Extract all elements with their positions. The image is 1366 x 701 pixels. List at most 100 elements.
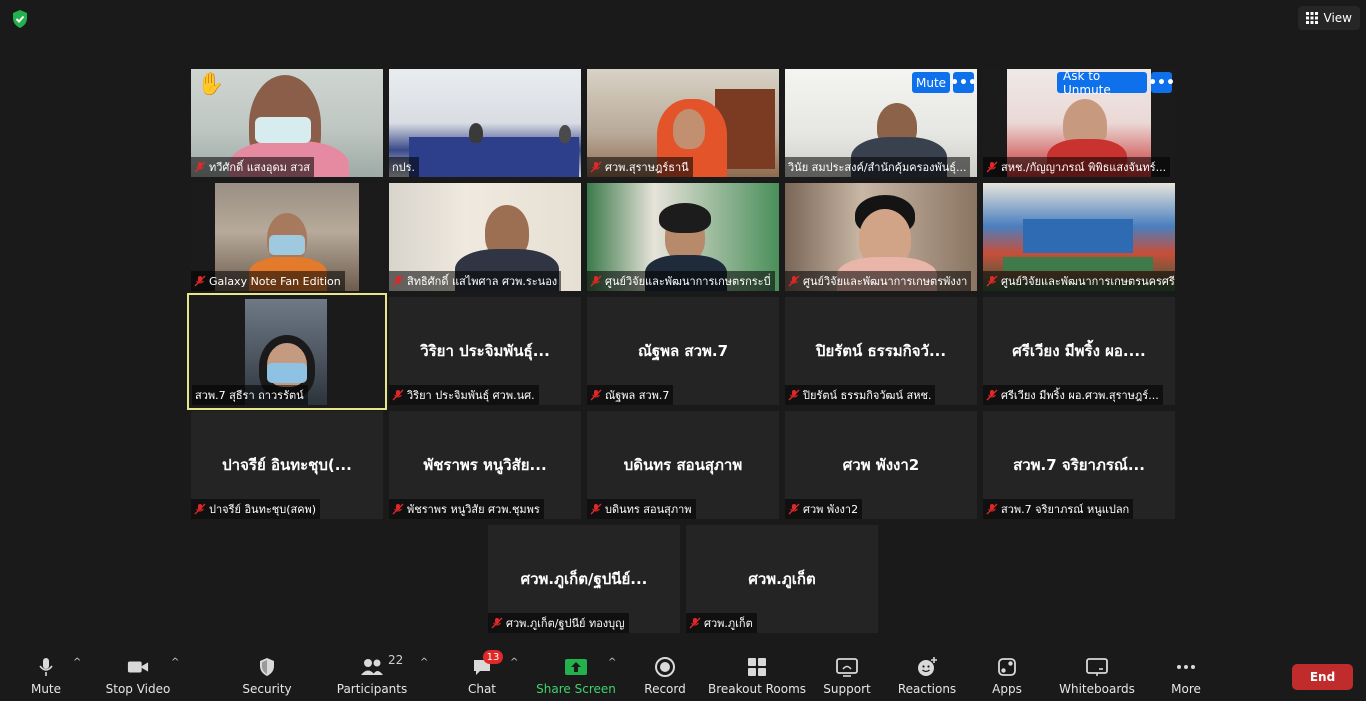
mic-muted-icon [788, 503, 800, 515]
mic-muted-icon [788, 389, 800, 401]
participant-tile[interactable]: ณัฐพล สวพ.7 ณัฐพล สวพ.7 [587, 297, 779, 405]
participant-name: บดินทร สอนสุภาพ [605, 503, 692, 516]
participant-tile[interactable]: สวพ.7 จริยาภรณ์... สวพ.7 จริยาภรณ์ หนูแป… [983, 411, 1175, 519]
video-tile[interactable]: ศูนย์วิจัยและพัฒนาการเกษตรนครศรีธรรมราช [983, 183, 1175, 291]
participant-tile[interactable]: บดินทร สอนสุภาพ บดินทร สอนสุภาพ [587, 411, 779, 519]
encryption-shield-icon[interactable] [10, 9, 30, 29]
participant-name-label: กปร. [389, 157, 420, 177]
support-button[interactable]: Support [823, 655, 871, 697]
participant-name: ศูนย์วิจัยและพัฒนาการเกษตรพังงา [803, 275, 968, 288]
security-label: Security [242, 682, 292, 696]
participant-name-label: Galaxy Note Fan Edition [191, 271, 345, 291]
participant-name-label: วินัย สมประสงค์/สำนักคุ้มครองพันธุ์... [785, 157, 971, 177]
participant-name-label: ศูนย์วิจัยและพัฒนาการเกษตรพังงา [785, 271, 972, 291]
participant-tile[interactable]: ปิยรัตน์ ธรรมกิจวั... ปิยรัตน์ ธรรมกิจวั… [785, 297, 977, 405]
mic-muted-icon [788, 275, 800, 287]
more-options-button[interactable]: ••• [950, 72, 977, 93]
participant-name: ศูนย์วิจัยและพัฒนาการเกษตรกระบี่ [605, 275, 771, 288]
chat-options-caret-icon[interactable]: ^ [510, 657, 518, 668]
apps-icon [998, 658, 1016, 676]
end-meeting-button[interactable]: End [1292, 664, 1353, 690]
participant-display-name: สวพ.7 จริยาภรณ์... [1013, 456, 1145, 474]
participant-name-label: บดินทร สอนสุภาพ [587, 499, 696, 519]
participant-tile[interactable]: ศวพ.ภูเก็ต ศวพ.ภูเก็ต [686, 525, 878, 633]
participant-name-label: ศวพ พังงา2 [785, 499, 863, 519]
chat-label: Chat [467, 682, 497, 696]
participant-display-name: ศวพ.ภูเก็ต [748, 570, 816, 588]
participant-tile[interactable]: พัชราพร หนูวิสัย... พัชราพร หนูวิสัย ศวพ… [389, 411, 581, 519]
participant-tile[interactable]: ปาจรีย์ อินทะชุบ(... ปาจรีย์ อินทะชุบ(สค… [191, 411, 383, 519]
participants-options-caret-icon[interactable]: ^ [420, 657, 428, 668]
mute-options-caret-icon[interactable]: ^ [73, 657, 81, 668]
participant-name: สหช./กัญญาภรณ์ พิพิธแสงจันทร์... [1001, 161, 1167, 174]
video-options-caret-icon[interactable]: ^ [171, 657, 179, 668]
participant-name-label: วิริยา ประจิมพันธุ์ ศวพ.นศ. [389, 385, 539, 405]
reactions-smiley-icon [918, 657, 937, 676]
video-tile[interactable]: ศูนย์วิจัยและพัฒนาการเกษตรพังงา [785, 183, 977, 291]
chat-button[interactable]: 13 Chat [466, 650, 503, 697]
chat-unread-badge: 13 [483, 650, 503, 664]
share-options-caret-icon[interactable]: ^ [608, 657, 616, 668]
stop-video-label: Stop Video [105, 682, 171, 696]
mute-participant-button[interactable]: Mute [912, 72, 950, 93]
participant-name-label: สวพ.7 จริยาภรณ์ หนูแปลก [983, 499, 1134, 519]
participant-tile[interactable]: ศรีเวียง มีพริ้ง ผอ.... ศรีเวียง มีพริ้ง… [983, 297, 1175, 405]
whiteboards-button[interactable]: Whiteboards [1059, 655, 1135, 697]
participant-name: วิริยา ประจิมพันธุ์ ศวพ.นศ. [407, 389, 535, 402]
participants-icon [361, 659, 383, 675]
participant-tile[interactable]: ศวพ.ภูเก็ต/ฐปนีย์... ศวพ.ภูเก็ต/ฐปนีย์ ท… [488, 525, 680, 633]
mic-muted-icon [986, 503, 998, 515]
participant-name-label: ทวีศักดิ์ แสงอุดม สวส [191, 157, 314, 177]
breakout-rooms-button[interactable]: Breakout Rooms [708, 655, 806, 697]
breakout-rooms-icon [748, 658, 766, 676]
participant-display-name: บดินทร สอนสุภาพ [623, 456, 743, 474]
apps-button[interactable]: Apps [991, 655, 1023, 697]
participant-name: กปร. [392, 161, 416, 174]
more-dots-icon [1177, 665, 1195, 669]
view-button[interactable]: View [1297, 6, 1360, 30]
reactions-button[interactable]: Reactions [897, 655, 957, 697]
participant-tile[interactable]: วิริยา ประจิมพันธุ์... วิริยา ประจิมพันธ… [389, 297, 581, 405]
participants-count: 22 [388, 653, 404, 667]
video-tile[interactable]: ✋ ทวีศักดิ์ แสงอุดม สวส [191, 69, 383, 177]
view-label: View [1323, 11, 1352, 25]
participant-name: Galaxy Note Fan Edition [209, 274, 341, 288]
mic-muted-icon [689, 617, 701, 629]
participant-tile[interactable]: ศวพ พังงา2 ศวพ พังงา2 [785, 411, 977, 519]
participant-name-label: ปาจรีย์ อินทะชุบ(สคพ) [191, 499, 321, 519]
ask-to-unmute-button[interactable]: Ask to Unmute [1057, 69, 1147, 97]
video-tile[interactable]: Mute ••• วินัย สมประสงค์/สำนักคุ้มครองพั… [785, 69, 977, 177]
video-tile[interactable]: กปร. [389, 69, 581, 177]
microphone-icon [39, 658, 53, 676]
share-screen-label: Share Screen [536, 682, 616, 696]
grid-icon [1305, 12, 1318, 24]
whiteboards-label: Whiteboards [1059, 682, 1135, 696]
video-tile[interactable]: Galaxy Note Fan Edition [191, 183, 383, 291]
participant-hair [659, 203, 711, 233]
video-tile[interactable]: Ask to Unmute ••• สหช./กัญญาภรณ์ พิพิธแส… [983, 69, 1175, 177]
participant-name: สวพ.7 จริยาภรณ์ หนูแปลก [1001, 503, 1130, 516]
banner [1023, 219, 1133, 253]
reactions-label: Reactions [897, 682, 957, 696]
participant-name-label: สิทธิศักดิ์ แสไพศาล ศวพ.ระนอง [389, 271, 562, 291]
security-button[interactable]: Security [242, 655, 292, 697]
more-options-button[interactable]: ••• [1148, 72, 1175, 93]
mic-muted-icon [392, 503, 404, 515]
face-mask [269, 235, 305, 255]
participant-name-label: ศวพ.สุราษฎร์ธานี [587, 157, 693, 177]
support-screen-icon [836, 658, 858, 677]
active-speaker-tile[interactable]: สวพ.7 สุธีรา ถาวรรัตน์ [187, 293, 387, 410]
participant-name: ปิยรัตน์ ธรรมกิจวัฒน์ สหช. [803, 389, 932, 402]
mute-button[interactable]: Mute [30, 655, 62, 697]
video-tile[interactable]: ศวพ.สุราษฎร์ธานี [587, 69, 779, 177]
participant-display-name: ปิยรัตน์ ธรรมกิจวั... [815, 342, 947, 360]
participants-button[interactable]: 22 Participants [337, 653, 408, 697]
share-screen-button[interactable]: Share Screen [536, 655, 616, 697]
video-tile[interactable]: สิทธิศักดิ์ แสไพศาล ศวพ.ระนอง [389, 183, 581, 291]
video-tile[interactable]: ศูนย์วิจัยและพัฒนาการเกษตรกระบี่ [587, 183, 779, 291]
record-icon [655, 657, 675, 677]
more-button[interactable]: More [1170, 655, 1202, 697]
record-button[interactable]: Record [644, 655, 686, 697]
participant-display-name: พัชราพร หนูวิสัย... [423, 456, 547, 474]
stop-video-button[interactable]: Stop Video [106, 655, 170, 697]
